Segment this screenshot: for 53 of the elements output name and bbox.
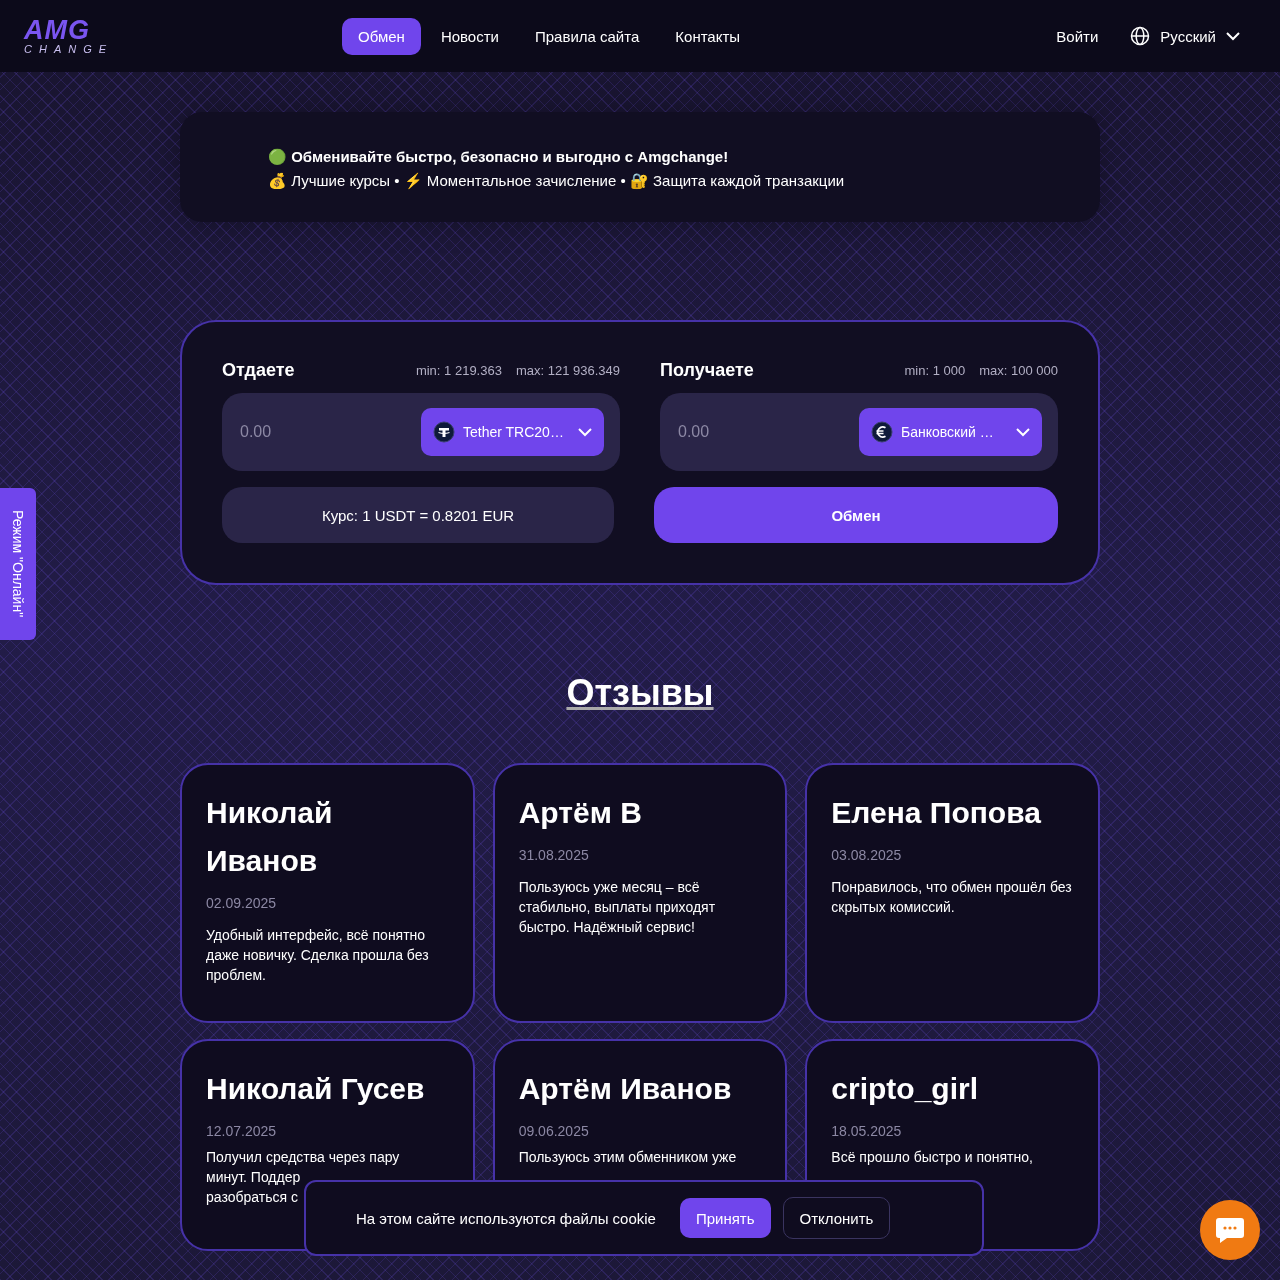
nav-tab[interactable]: Контакты	[659, 17, 757, 55]
reviewer-name: Николай Иванов	[206, 795, 334, 879]
tether-coin-icon	[433, 421, 455, 443]
review-date: 18.05.2025	[831, 1123, 903, 1139]
nav-tab[interactable]: Правила сайта	[518, 17, 656, 55]
chevron-down-icon	[1226, 31, 1240, 41]
accept-button[interactable]: Принять	[679, 1198, 771, 1238]
chevron-down-icon	[1016, 427, 1030, 437]
globe-icon	[1130, 26, 1151, 46]
currency-select[interactable]: Tether TRC20…	[421, 408, 604, 456]
review-text: Пользуюсь уже месяц – всё стабильно, выплаты приходят быстро. Надёжный сервис!	[518, 878, 717, 937]
cookie-message: На этом сайте используются файлы cookie	[356, 1209, 656, 1227]
max-limit: max: 121 936.349	[515, 363, 620, 378]
reviewer-name: Николай Гусев	[206, 1071, 426, 1107]
reviews-heading: Отзывы	[566, 671, 714, 715]
review-text: Пользуюсь этим обменником уже	[518, 1148, 738, 1167]
review-date: 02.09.2025	[206, 895, 278, 911]
min-limit: min: 1 219.363	[415, 363, 502, 378]
language-label: Русский	[1160, 27, 1216, 45]
review-text: Всё прошло быстро и понятно,	[831, 1148, 1034, 1167]
nav-tab[interactable]: Новости	[424, 17, 515, 55]
review-text: Удобный интерфейс, всё понятно даже новичку. Сделка прошла без проблем.	[206, 926, 430, 985]
max-limit: max: 100 000	[979, 363, 1058, 378]
exchange-rate: Курс: 1 USDT = 0.8201 EUR	[222, 487, 614, 543]
language-selector[interactable]: Русский	[1130, 26, 1240, 46]
euro-coin-icon	[871, 421, 893, 443]
reviewer-name: Артём В	[518, 795, 643, 831]
decline-button[interactable]: Отклонить	[782, 1197, 891, 1239]
chevron-down-icon	[578, 427, 592, 437]
login-link[interactable]: Войти	[1056, 27, 1099, 45]
chat-button[interactable]	[1200, 1200, 1260, 1260]
review-text: Получил средства через пару минут. Поддер разобраться с	[206, 1148, 401, 1207]
online-mode-tab[interactable]: Режим "Онлайн"	[0, 488, 36, 640]
review-date: 12.07.2025	[206, 1123, 278, 1139]
promo-headline: 🟢 Обменивайте быстро, безопасно и выгодно с Amgchange!	[268, 147, 730, 167]
review-text: Понравилось, что обмен прошёл без скрытых комиссий.	[831, 878, 1073, 917]
section-title: Получаете	[660, 360, 754, 381]
review-date: 09.06.2025	[518, 1123, 590, 1139]
reviewer-name: cripto_girl	[831, 1071, 980, 1107]
amount-field[interactable]: 0.00	[238, 422, 421, 442]
review-date: 31.08.2025	[518, 847, 590, 863]
currency-select[interactable]: Банковский …	[859, 408, 1042, 456]
min-limit: min: 1 000	[904, 363, 966, 378]
promo-features: 💰 Лучшие курсы • ⚡ Моментальное зачисление • 🔐 Защита каждой транзакции	[268, 171, 846, 191]
section-title: Отдаете	[222, 360, 295, 381]
exchange-button[interactable]: Обмен	[654, 487, 1058, 543]
reviewer-name: Елена Попова	[831, 795, 1042, 831]
chat-icon	[1215, 1216, 1245, 1244]
logo[interactable]: AMG CHANGE	[24, 17, 118, 55]
review-date: 03.08.2025	[831, 847, 903, 863]
reviewer-name: Артём Иванов	[518, 1071, 733, 1107]
amount-field[interactable]: 0.00	[676, 422, 859, 442]
nav-tab[interactable]: Обмен	[342, 17, 421, 55]
